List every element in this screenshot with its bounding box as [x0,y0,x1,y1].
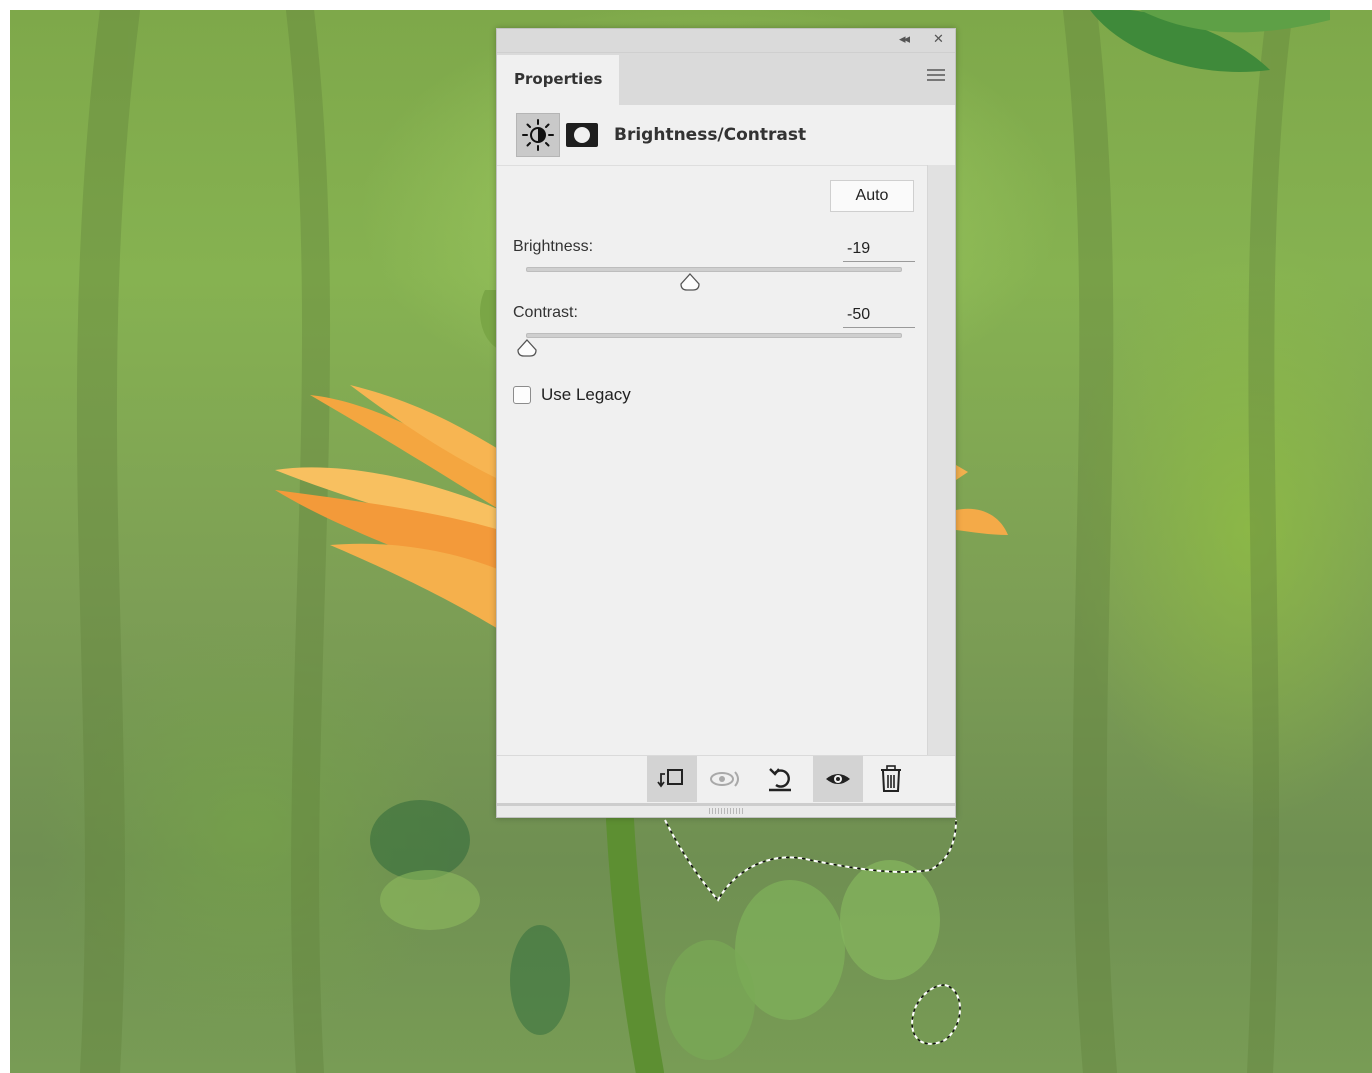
tab-bar: Properties [497,53,955,105]
trash-icon[interactable] [866,756,916,802]
adjustment-header: Brightness/Contrast [497,105,955,165]
clip-to-layer-icon[interactable] [647,756,697,802]
panel-menu-icon[interactable] [927,69,945,83]
brightness-contrast-icon[interactable] [516,113,560,157]
contrast-label: Contrast: [513,304,578,321]
panel-scrollbar[interactable] [927,165,955,755]
tab-properties[interactable]: Properties [497,55,619,105]
contrast-value-field[interactable]: -50 [843,304,915,328]
auto-button[interactable]: Auto [830,180,914,212]
brightness-value-field[interactable]: -19 [843,238,915,262]
collapse-icon[interactable]: ◂◂ [899,32,910,48]
panel-footer-toolbar [497,755,955,803]
layer-mask-icon[interactable] [566,123,598,147]
use-legacy-checkbox[interactable] [513,386,531,404]
brightness-slider[interactable] [526,267,902,291]
adjustment-title: Brightness/Contrast [614,125,807,145]
close-icon[interactable]: ✕ [933,32,944,48]
panel-resize-bar[interactable] [497,803,955,817]
brightness-slider-thumb[interactable] [679,273,701,291]
use-legacy-label: Use Legacy [541,385,631,404]
panel-titlebar[interactable]: ◂◂ ✕ [497,29,955,53]
view-previous-state-icon[interactable] [701,756,751,802]
properties-panel: ◂◂ ✕ Properties Brightness/Contrast Auto… [496,28,956,818]
contrast-slider-thumb[interactable] [516,339,538,357]
resize-grip-icon[interactable] [709,808,745,814]
brightness-label: Brightness: [513,238,594,255]
visibility-eye-icon[interactable] [813,756,863,802]
adjustment-settings: Auto Brightness: -19 Contrast: -50 Use L… [497,165,927,756]
contrast-slider[interactable] [517,333,902,357]
reset-icon[interactable] [755,756,805,802]
